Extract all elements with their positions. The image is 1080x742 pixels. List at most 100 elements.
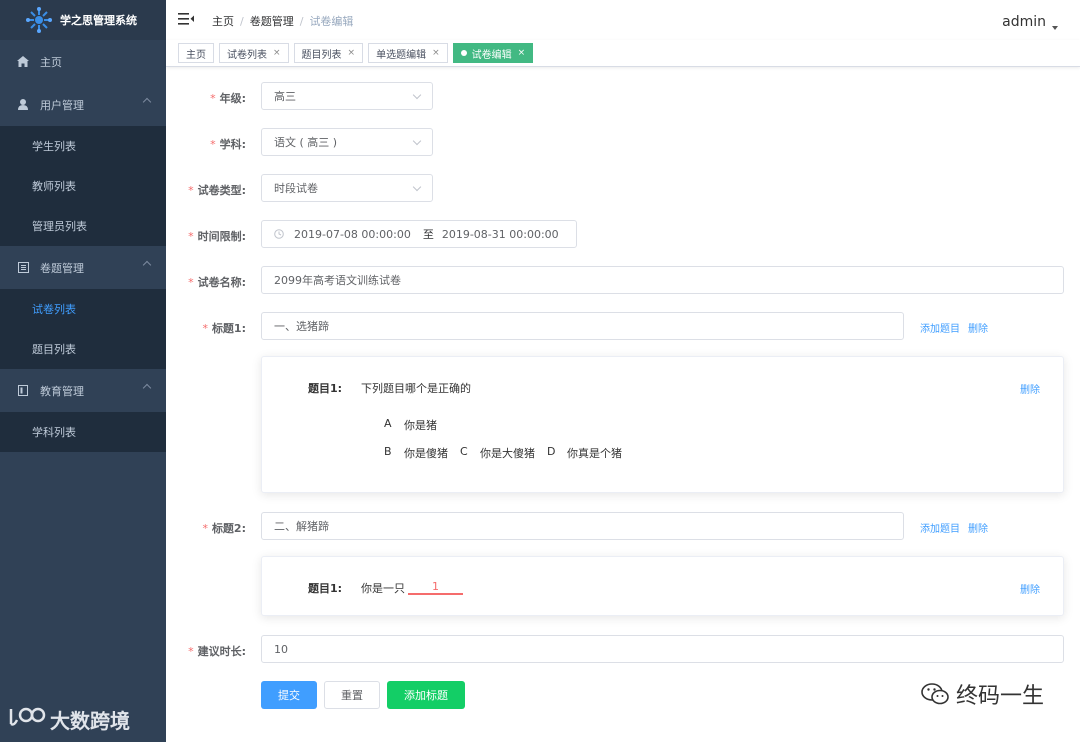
- chevron-down-icon: [412, 90, 422, 100]
- title2-input[interactable]: 二、解猪蹄: [261, 512, 904, 540]
- duration-input[interactable]: 10: [261, 635, 1064, 663]
- q1-option-a-key: A: [384, 417, 392, 430]
- add-title-button[interactable]: 添加标题: [387, 681, 465, 709]
- menu-item-home[interactable]: 主页: [0, 40, 166, 83]
- sidebar-item-teachers[interactable]: 教师列表: [0, 166, 166, 206]
- paper-name-input[interactable]: 2099年高考语文训练试卷: [261, 266, 1064, 294]
- menu-item-user-mgmt[interactable]: 用户管理: [0, 83, 166, 126]
- tab-single-choice-edit[interactable]: 单选题编辑 ×: [368, 43, 448, 63]
- question-card-1: [261, 356, 1064, 493]
- add-question-link-2[interactable]: 添加题目: [920, 520, 960, 535]
- submenu-edu: 学科列表: [0, 412, 166, 452]
- grade-select[interactable]: 高三: [261, 82, 433, 110]
- tab-label: 试卷编辑: [471, 49, 512, 61]
- title1-input[interactable]: 一、选猪蹄: [261, 312, 904, 340]
- menu-label-user-mgmt: 用户管理: [40, 98, 84, 112]
- delete-title2-link[interactable]: 删除: [968, 520, 988, 535]
- q1-option-d-key: D: [547, 445, 556, 458]
- q2-blank: 1: [408, 580, 463, 595]
- q1-option-c-key: C: [460, 445, 468, 458]
- subject-select[interactable]: 语文 ( 高三 ): [261, 128, 433, 156]
- sidebar-item-subjects[interactable]: 学科列表: [0, 412, 166, 452]
- paper-type-select[interactable]: 时段试卷: [261, 174, 433, 202]
- caret-down-icon: [1052, 26, 1058, 30]
- user-icon: [16, 99, 30, 110]
- submit-button[interactable]: 提交: [261, 681, 317, 709]
- wechat-icon: [920, 681, 950, 707]
- time-separator: 至: [422, 228, 434, 241]
- q1-option-b-text: 你是傻猪: [404, 447, 448, 460]
- paper-type-value: 时段试卷: [274, 182, 318, 195]
- chevron-down-icon: [412, 182, 422, 192]
- close-icon[interactable]: ×: [432, 48, 440, 58]
- time-end[interactable]: 2019-08-31 00:00:00: [442, 228, 559, 241]
- active-dot-icon: [460, 50, 467, 56]
- header: 主页 / 卷题管理 / 试卷编辑 admin: [166, 0, 1080, 40]
- title2-label: * 标题2:: [202, 522, 246, 535]
- q2-label: 题目1:: [308, 582, 343, 595]
- breadcrumb-home[interactable]: 主页: [212, 15, 234, 28]
- tab-question-list[interactable]: 题目列表 ×: [293, 43, 364, 63]
- menu-label-home: 主页: [40, 55, 62, 69]
- tab-paper-edit[interactable]: 试卷编辑 ×: [452, 43, 534, 63]
- duration-label: * 建议时长:: [188, 645, 246, 658]
- q1-label: 题目1:: [308, 382, 343, 395]
- tags-view: 主页 试卷列表 × 题目列表 × 单选题编辑 × 试卷编辑 ×: [166, 40, 1080, 67]
- tab-label: 试卷列表: [227, 49, 267, 61]
- home-icon: [16, 56, 30, 67]
- delete-title1-link[interactable]: 删除: [968, 320, 988, 335]
- paper-type-label: * 试卷类型:: [188, 184, 246, 197]
- q1-option-b-key: B: [384, 445, 392, 458]
- q1-text: 下列题目哪个是正确的: [361, 382, 471, 395]
- chevron-up-icon: [142, 260, 152, 270]
- breadcrumb-exam-mgmt[interactable]: 卷题管理: [250, 15, 294, 28]
- sidebar-item-papers[interactable]: 试卷列表: [0, 289, 166, 329]
- add-question-link-1[interactable]: 添加题目: [920, 320, 960, 335]
- delete-q1-link[interactable]: 删除: [1020, 381, 1040, 396]
- sidebar-item-students[interactable]: 学生列表: [0, 126, 166, 166]
- breadcrumb: 主页 / 卷题管理 / 试卷编辑: [212, 15, 354, 28]
- username: admin: [1002, 14, 1046, 30]
- submenu-user: 学生列表 教师列表 管理员列表: [0, 126, 166, 246]
- title1-label: * 标题1:: [202, 322, 246, 335]
- chevron-up-icon: [142, 383, 152, 393]
- q1-option-d-text: 你真是个猪: [567, 447, 622, 460]
- paper-name-value: 2099年高考语文训练试卷: [274, 274, 401, 287]
- close-icon[interactable]: ×: [518, 48, 526, 58]
- q1-option-c-text: 你是大傻猪: [480, 447, 535, 460]
- watermark-right: 终码一生: [920, 678, 1044, 710]
- user-menu[interactable]: admin: [1002, 14, 1058, 30]
- time-start[interactable]: 2019-07-08 00:00:00: [294, 228, 411, 241]
- menu-item-exam-mgmt[interactable]: 卷题管理: [0, 246, 166, 289]
- menu-label-edu-mgmt: 教育管理: [40, 384, 84, 398]
- clock-icon: [274, 229, 284, 239]
- q2-text: 你是一只: [361, 582, 405, 595]
- watermark-left-text: 大数跨境: [50, 709, 130, 733]
- q1-option-a-text: 你是猪: [404, 419, 437, 432]
- sidebar-item-questions[interactable]: 题目列表: [0, 329, 166, 369]
- hamburger-icon[interactable]: [178, 12, 194, 26]
- chevron-down-icon: [412, 136, 422, 146]
- breadcrumb-current: 试卷编辑: [309, 15, 354, 28]
- date-range-picker[interactable]: 2019-07-08 00:00:00 至 2019-08-31 00:00:0…: [261, 220, 577, 248]
- tab-home[interactable]: 主页: [178, 43, 214, 63]
- app-title: 学之思管理系统: [60, 14, 137, 27]
- subject-label: * 学科:: [210, 138, 246, 151]
- reset-button[interactable]: 重置: [324, 681, 380, 709]
- close-icon[interactable]: ×: [348, 48, 356, 58]
- tab-paper-list[interactable]: 试卷列表 ×: [219, 43, 289, 63]
- menu-item-edu-mgmt[interactable]: 教育管理: [0, 369, 166, 412]
- delete-q2-link[interactable]: 删除: [1020, 581, 1040, 596]
- grade-value: 高三: [274, 90, 296, 103]
- grade-label: * 年级:: [210, 92, 246, 105]
- sidebar-item-admins[interactable]: 管理员列表: [0, 206, 166, 246]
- watermark-right-text: 终码一生: [955, 684, 1044, 709]
- book-icon: [16, 262, 30, 273]
- logo: 学之思管理系统: [0, 0, 166, 40]
- watermark-logo-icon: [8, 706, 46, 733]
- logo-icon: [26, 7, 52, 33]
- menu-label-exam-mgmt: 卷题管理: [40, 261, 84, 275]
- document-icon: [16, 385, 30, 396]
- subject-value: 语文 ( 高三 ): [274, 136, 338, 149]
- close-icon[interactable]: ×: [273, 48, 281, 58]
